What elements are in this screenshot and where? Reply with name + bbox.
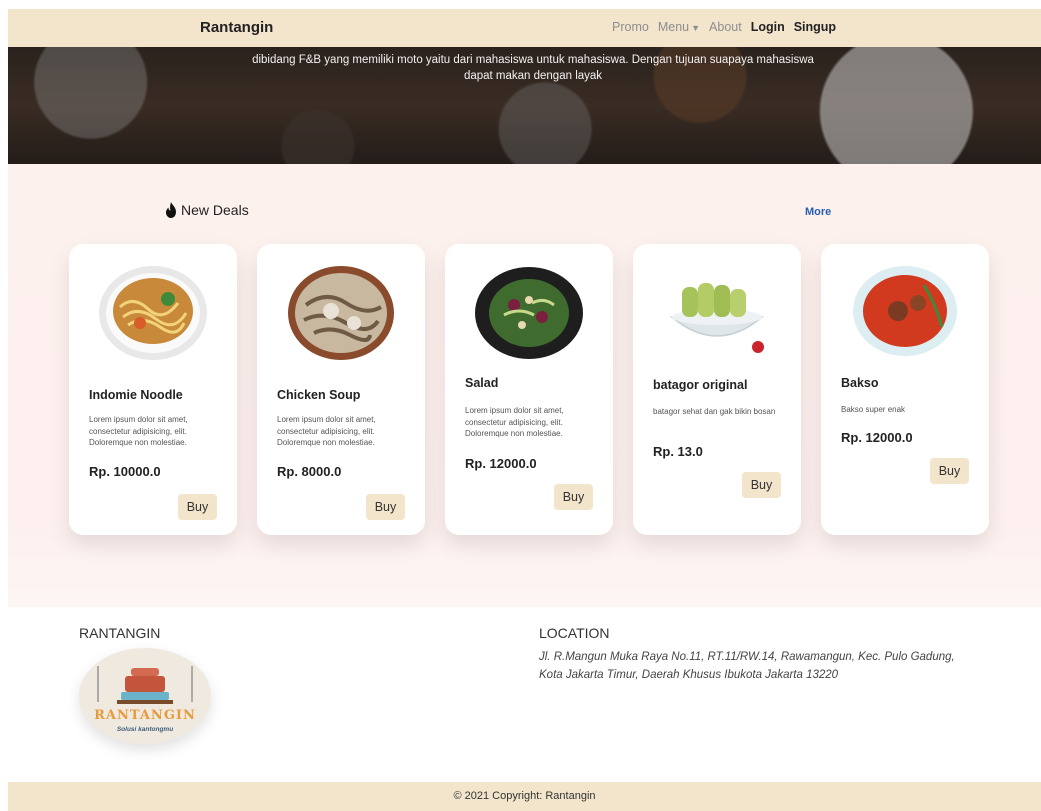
indomie-noodle-image xyxy=(99,266,207,360)
nav-links: Promo Menu ▼ About Login Singup xyxy=(612,20,836,34)
deal-price: Rp. 10000.0 xyxy=(89,464,161,479)
caret-down-icon: ▼ xyxy=(691,23,701,33)
buy-button[interactable]: Buy xyxy=(366,494,405,520)
deal-description: Lorem ipsum dolor sit amet, consectetur … xyxy=(465,406,564,438)
footer-brand-title: RANTANGIN xyxy=(79,625,161,641)
buy-button[interactable]: Buy xyxy=(930,458,969,484)
nav-promo-link[interactable]: Promo xyxy=(612,20,649,34)
nav-menu-dropdown[interactable]: Menu ▼ xyxy=(658,20,700,34)
chicken-soup-image xyxy=(288,266,394,360)
brand-logo-text[interactable]: Rantangin xyxy=(200,19,273,36)
deal-price: Rp. 13.0 xyxy=(653,444,703,459)
navbar: Rantangin Promo Menu ▼ About Login Singup xyxy=(8,9,1041,47)
logo-tagline: Solusi kantongmu xyxy=(116,726,174,733)
buy-button[interactable]: Buy xyxy=(178,494,217,520)
new-deals-section: New Deals More Indomie Noodle Lorem ipsu… xyxy=(8,164,1041,607)
hero-description: dibidang F&B yang memiliki moto yaitu da… xyxy=(208,52,858,84)
batagor-image xyxy=(669,283,765,353)
deal-card-chicken-soup[interactable]: Chicken Soup Lorem ipsum dolor sit amet,… xyxy=(257,244,425,535)
more-link[interactable]: More xyxy=(805,206,831,218)
deal-card-salad[interactable]: Salad Lorem ipsum dolor sit amet, consec… xyxy=(445,244,613,535)
hero-banner: dibidang F&B yang memiliki moto yaitu da… xyxy=(8,47,1041,164)
nav-login-link[interactable]: Login xyxy=(751,20,785,34)
hero-line-1: dibidang F&B yang memiliki moto yaitu da… xyxy=(252,54,814,66)
deal-price: Rp. 12000.0 xyxy=(841,430,913,445)
nav-about-link[interactable]: About xyxy=(709,20,742,34)
logo-wordmark: RANTANGIN xyxy=(94,708,196,723)
deal-description: Bakso super enak xyxy=(841,405,906,414)
deal-name: Chicken Soup xyxy=(277,388,361,402)
deal-name: Indomie Noodle xyxy=(89,388,183,402)
copyright-bar: © 2021 Copyright: Rantangin xyxy=(8,782,1041,811)
nav-menu-label: Menu xyxy=(657,20,690,34)
hero-line-2: dapat makan dengan layak xyxy=(463,70,603,82)
deal-card-indomie[interactable]: Indomie Noodle Lorem ipsum dolor sit ame… xyxy=(69,244,237,535)
salad-image xyxy=(475,267,583,359)
new-deals-heading: New Deals xyxy=(164,202,249,218)
footer-address: Jl. R.Mangun Muka Raya No.11, RT.11/RW.1… xyxy=(539,651,955,681)
deal-card-bakso[interactable]: Bakso Bakso super enak Rp. 12000.0 Buy xyxy=(821,244,989,535)
bakso-image xyxy=(853,266,957,356)
buy-button[interactable]: Buy xyxy=(742,472,781,498)
deal-description: Lorem ipsum dolor sit amet, consectetur … xyxy=(277,415,376,447)
buy-button[interactable]: Buy xyxy=(554,484,593,510)
deal-name: Salad xyxy=(465,376,499,390)
deal-price: Rp. 12000.0 xyxy=(465,456,537,471)
deal-name: Bakso xyxy=(841,376,879,390)
nav-signup-link[interactable]: Singup xyxy=(794,20,836,34)
deal-card-batagor[interactable]: batagor original batagor sehat dan gak b… xyxy=(633,244,801,535)
deal-description: Lorem ipsum dolor sit amet, consectetur … xyxy=(89,415,188,447)
rantangin-logo: RANTANGIN Solusi kantongmu xyxy=(79,648,211,744)
deal-description: batagor sehat dan gak bikin bosan xyxy=(653,407,776,416)
deal-price: Rp. 8000.0 xyxy=(277,464,342,479)
deal-name: batagor original xyxy=(653,378,748,392)
new-deals-title: New Deals xyxy=(181,202,249,218)
footer-location-title: LOCATION xyxy=(539,625,610,641)
fire-icon xyxy=(166,202,176,218)
